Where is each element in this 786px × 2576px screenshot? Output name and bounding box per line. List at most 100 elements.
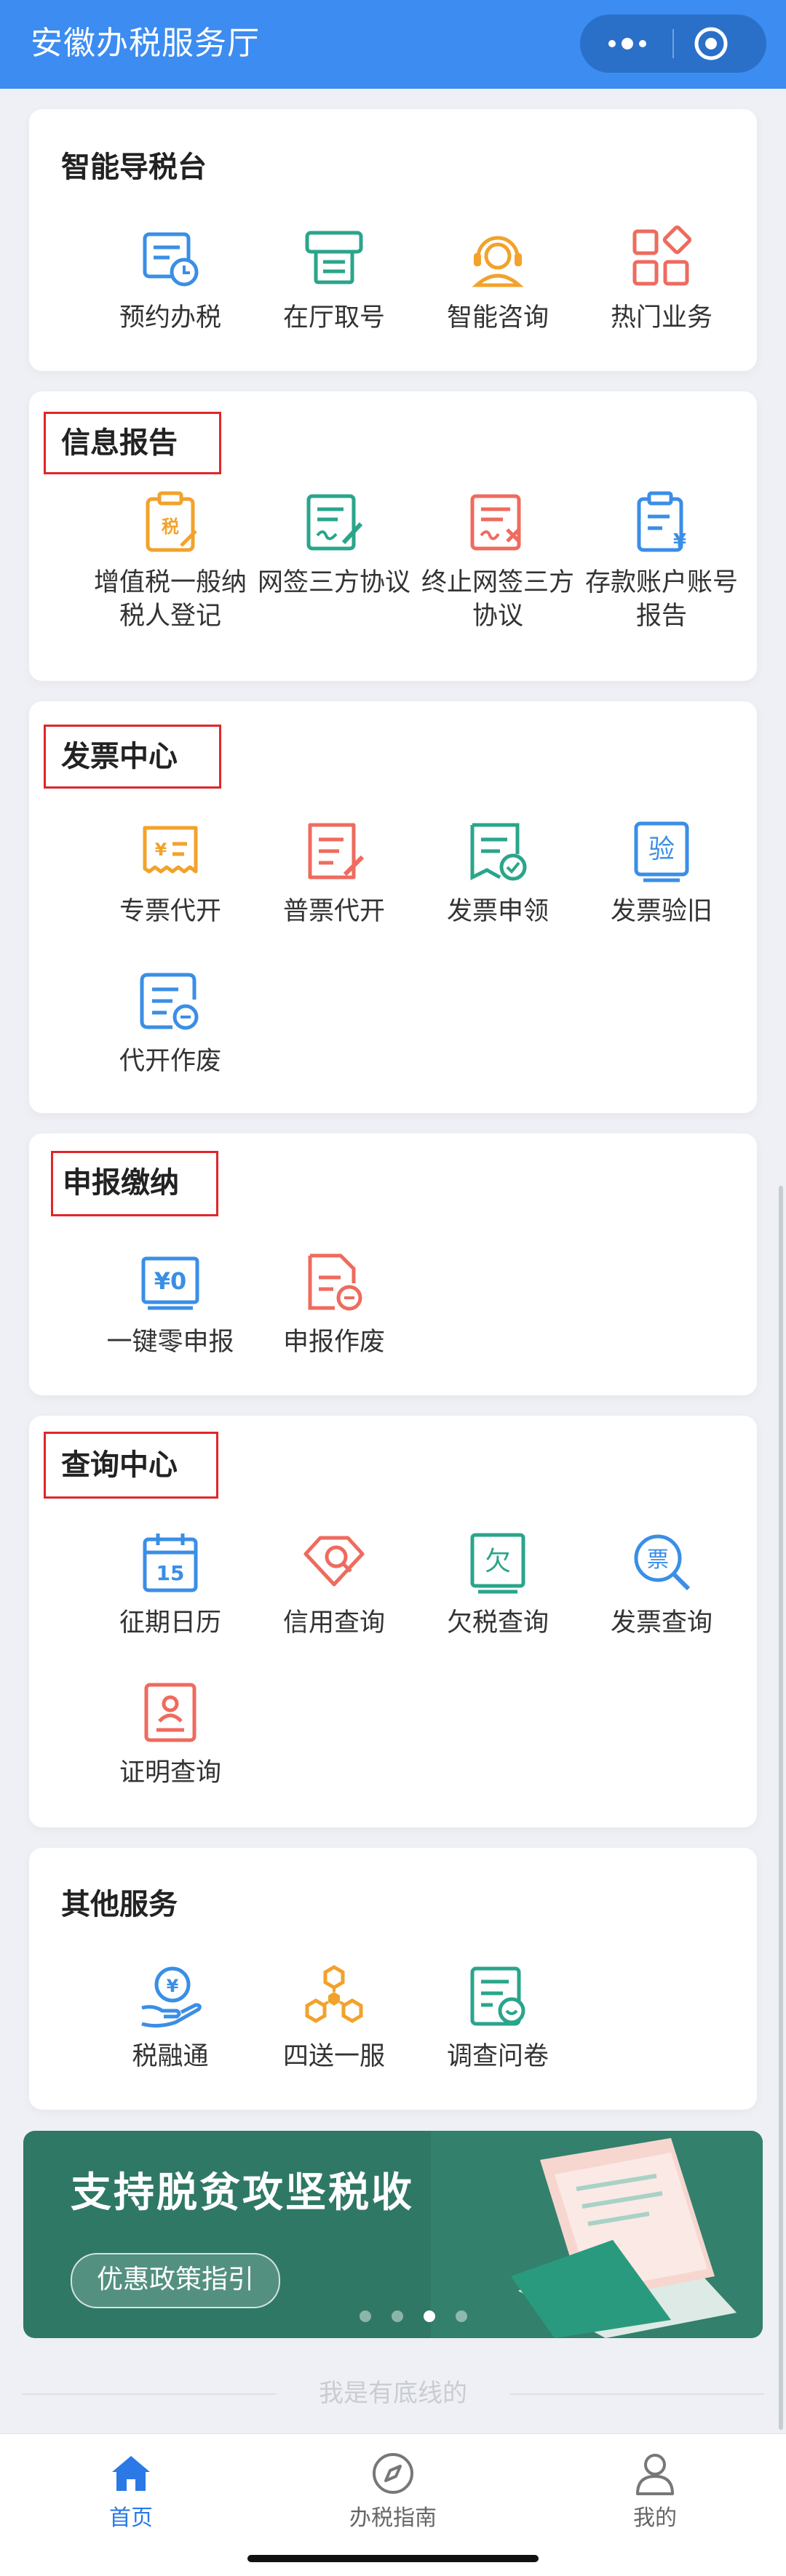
svg-text:¥: ¥ bbox=[167, 1976, 179, 1996]
compass-icon bbox=[373, 2453, 413, 2494]
headset-agent-icon bbox=[472, 236, 524, 287]
item-invoice-void[interactable]: 代开作废 bbox=[90, 968, 250, 1078]
item-invoice-verify[interactable]: 验 发票验旧 bbox=[581, 818, 742, 928]
sign-document-icon bbox=[306, 494, 363, 551]
carousel-dot-active[interactable] bbox=[424, 2310, 435, 2322]
item-normal-invoice[interactable]: 普票代开 bbox=[254, 818, 414, 928]
item-four-send-one-serve[interactable]: 四送一服 bbox=[254, 1963, 414, 2073]
svg-text:验: 验 bbox=[648, 834, 675, 864]
item-label: 税融通 bbox=[132, 2042, 209, 2071]
invoice-search-icon: 票 bbox=[634, 1534, 691, 1591]
svg-text:票: 票 bbox=[647, 1547, 669, 1573]
item-label: 调查问卷 bbox=[446, 2042, 549, 2071]
item-vat-register[interactable]: 税 增值税一般纳 税人登记 bbox=[90, 489, 250, 633]
carousel-dot[interactable] bbox=[392, 2310, 403, 2322]
card-invoice-center: 发票中心 ¥ 专票代开 普票代开 发票申领 验 发票验旧 代开作废 bbox=[29, 701, 757, 1113]
item-label: 信用查询 bbox=[282, 1608, 385, 1638]
home-icon bbox=[112, 2456, 150, 2491]
item-sign-agreement[interactable]: 网签三方协议 bbox=[254, 489, 414, 599]
page-title: 安徽办税服务厅 bbox=[31, 25, 260, 62]
section-title-invoice: 发票中心 bbox=[61, 740, 178, 773]
item-account-report[interactable]: ¥ 存款账户账号 报告 bbox=[581, 489, 742, 633]
banner-title: 支持脱贫攻坚税收 bbox=[71, 2169, 414, 2217]
more-dots-icon[interactable] bbox=[602, 29, 653, 58]
end-of-list: 我是有底线的 bbox=[0, 2379, 786, 2408]
item-declare-void[interactable]: 申报作废 bbox=[254, 1248, 414, 1359]
banner-policy-button[interactable]: 优惠政策指引 bbox=[71, 2253, 281, 2308]
user-icon bbox=[636, 2454, 674, 2495]
tax-clipboard-icon: 税 bbox=[146, 491, 197, 552]
svg-text:税: 税 bbox=[162, 517, 179, 537]
item-tax-calendar[interactable]: 15 征期日历 bbox=[90, 1529, 250, 1640]
item-survey[interactable]: 调查问卷 bbox=[418, 1963, 578, 2073]
tab-label: 我的 bbox=[633, 2505, 677, 2531]
grid-apps-icon bbox=[632, 225, 692, 286]
item-label: 欠税查询 bbox=[446, 1608, 549, 1638]
item-credit-query[interactable]: 信用查询 bbox=[254, 1529, 414, 1640]
item-label: 普票代开 bbox=[282, 897, 385, 926]
credit-search-icon bbox=[303, 1536, 365, 1587]
zero-declare-icon: ¥0 bbox=[141, 1256, 199, 1310]
tab-label: 办税指南 bbox=[349, 2505, 437, 2531]
section-title-query: 查询中心 bbox=[61, 1448, 178, 1482]
item-label: 发票查询 bbox=[610, 1608, 712, 1638]
app-header: 安徽办税服务厅 bbox=[0, 0, 786, 89]
item-label: 热门业务 bbox=[610, 303, 712, 332]
item-tax-finance[interactable]: ¥ 税融通 bbox=[90, 1963, 250, 2073]
home-indicator bbox=[247, 2555, 539, 2562]
item-label: 四送一服 bbox=[282, 2042, 385, 2071]
calendar-clock-icon bbox=[143, 232, 199, 287]
calendar-15-icon: 15 bbox=[143, 1534, 198, 1592]
item-certificate-query[interactable]: 证明查询 bbox=[90, 1679, 250, 1790]
item-special-invoice[interactable]: ¥ 专票代开 bbox=[90, 818, 250, 928]
tab-mine[interactable]: 我的 bbox=[575, 2450, 735, 2535]
item-label: 代开作废 bbox=[119, 1047, 221, 1076]
item-label: 一键零申报 bbox=[106, 1328, 234, 1357]
capsule-divider bbox=[672, 29, 674, 58]
owed-tax-icon: 欠 bbox=[470, 1533, 525, 1594]
card-query-center: 查询中心 15 征期日历 信用查询 欠 欠税查询 票 发票查询 证明查询 bbox=[29, 1416, 757, 1827]
item-appointment[interactable]: 预约办税 bbox=[90, 224, 250, 335]
item-label: 终止网签三方 协议 bbox=[421, 568, 574, 631]
item-label: 存款账户账号 报告 bbox=[584, 568, 738, 631]
normal-invoice-icon bbox=[308, 823, 365, 880]
scrollbar[interactable] bbox=[779, 1186, 783, 2430]
card-other-services: 其他服务 ¥ 税融通 四送一服 调查问卷 bbox=[29, 1848, 757, 2110]
promo-banner[interactable]: 支持脱贫攻坚税收 优惠政策指引 bbox=[23, 2131, 763, 2338]
item-label: 专票代开 bbox=[119, 897, 221, 926]
section-title-smart: 智能导税台 bbox=[61, 151, 207, 184]
item-take-number[interactable]: 在厅取号 bbox=[254, 224, 414, 335]
carousel-dot[interactable] bbox=[456, 2310, 467, 2322]
card-info-report: 信息报告 税 增值税一般纳 税人登记 网签三方协议 终止网签三方 协议 ¥ 存款… bbox=[29, 391, 757, 681]
cancel-sign-icon bbox=[470, 494, 521, 551]
svg-text:15: 15 bbox=[156, 1561, 185, 1585]
special-invoice-icon: ¥ bbox=[143, 826, 198, 874]
item-terminate-agreement[interactable]: 终止网签三方 协议 bbox=[418, 489, 578, 633]
divider-right bbox=[509, 2393, 764, 2395]
target-close-icon[interactable] bbox=[693, 25, 729, 62]
section-title-other: 其他服务 bbox=[61, 1888, 178, 1921]
tab-guide[interactable]: 办税指南 bbox=[313, 2450, 473, 2535]
item-label: 证明查询 bbox=[119, 1758, 221, 1787]
card-declare: 申报缴纳 ¥0 一键零申报 申报作废 bbox=[29, 1133, 757, 1395]
survey-icon bbox=[470, 1966, 525, 2026]
item-smart-consult[interactable]: 智能咨询 bbox=[418, 224, 578, 335]
declare-void-icon bbox=[308, 1253, 362, 1311]
invoice-verify-icon: 验 bbox=[634, 821, 689, 882]
item-label: 申报作废 bbox=[282, 1328, 385, 1357]
item-invoice-apply[interactable]: 发票申领 bbox=[418, 818, 578, 928]
item-label: 预约办税 bbox=[119, 303, 221, 332]
yuan-report-icon: ¥ bbox=[637, 491, 686, 552]
item-zero-declare[interactable]: ¥0 一键零申报 bbox=[90, 1248, 250, 1359]
certificate-icon bbox=[144, 1683, 196, 1742]
item-invoice-query[interactable]: 票 发票查询 bbox=[581, 1529, 742, 1640]
carousel-dot[interactable] bbox=[360, 2310, 371, 2322]
item-label: 发票申领 bbox=[446, 897, 549, 926]
item-hot-business[interactable]: 热门业务 bbox=[581, 224, 742, 335]
tab-home[interactable]: 首页 bbox=[51, 2450, 211, 2535]
item-label: 智能咨询 bbox=[446, 303, 549, 332]
item-owed-tax-query[interactable]: 欠 欠税查询 bbox=[418, 1529, 578, 1640]
item-label: 发票验旧 bbox=[610, 897, 712, 926]
item-label: 增值税一般纳 税人登记 bbox=[93, 568, 247, 631]
svg-text:¥: ¥ bbox=[673, 530, 686, 552]
